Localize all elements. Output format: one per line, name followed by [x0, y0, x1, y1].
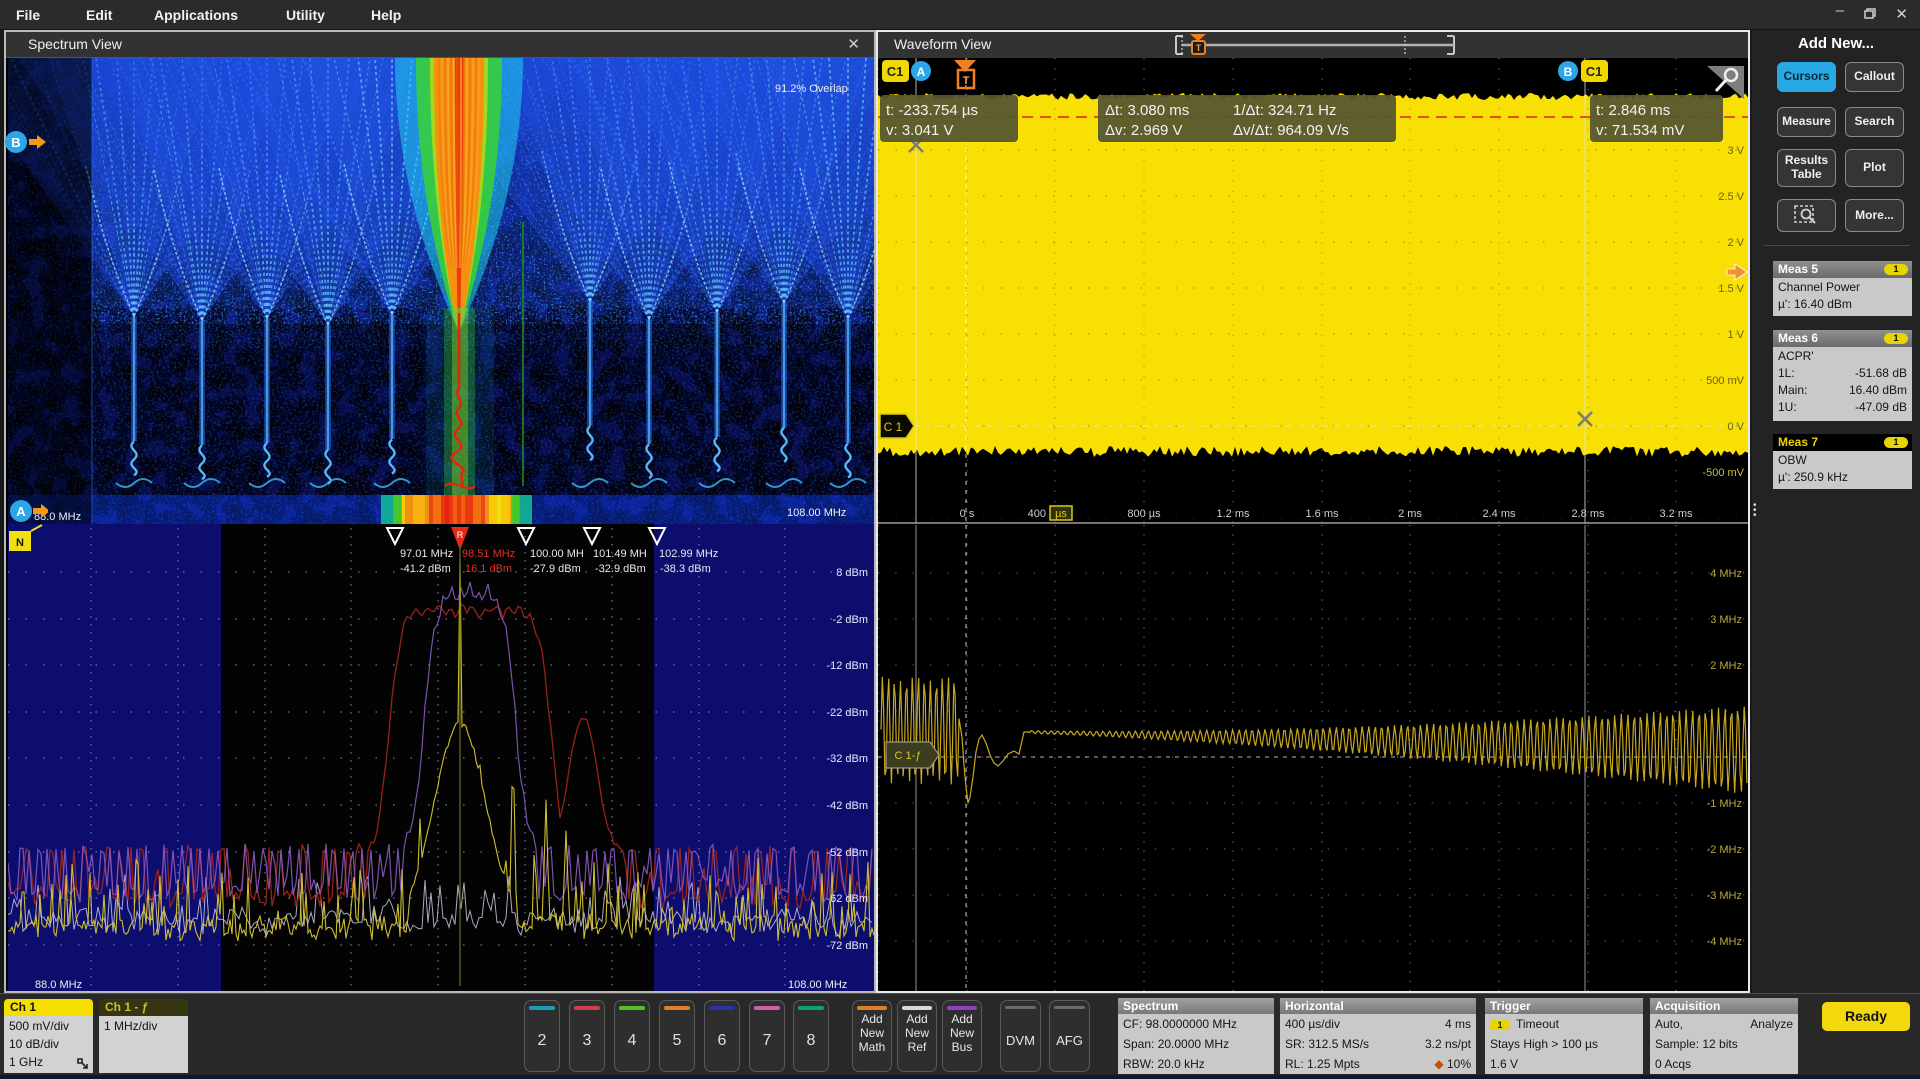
- svg-text:T: T: [963, 75, 970, 87]
- svg-text:A: A: [917, 65, 926, 79]
- svg-text:2.5 V: 2.5 V: [1718, 191, 1744, 203]
- svg-text:N: N: [16, 537, 24, 549]
- svg-text:4 MHz: 4 MHz: [1710, 568, 1742, 580]
- svg-text:-3 MHz: -3 MHz: [1707, 890, 1742, 902]
- svg-text:3.2 ms: 3.2 ms: [1659, 508, 1693, 520]
- svg-text:2 V: 2 V: [1727, 237, 1744, 249]
- svg-text:-4 MHz: -4 MHz: [1707, 936, 1742, 948]
- svg-text:108.00 MHz: 108.00 MHz: [788, 979, 847, 991]
- svg-text:0 s: 0 s: [960, 508, 975, 520]
- svg-text:2.8 ms: 2.8 ms: [1571, 508, 1605, 520]
- svg-text:800 µs: 800 µs: [1127, 508, 1161, 520]
- svg-text:R: R: [457, 530, 464, 540]
- svg-text:100.00 MH: 100.00 MH: [530, 548, 584, 560]
- svg-text:108.00 MHz: 108.00 MHz: [787, 507, 846, 519]
- svg-text:µs: µs: [1055, 508, 1067, 520]
- svg-text:B: B: [11, 135, 20, 150]
- svg-text:-41.2 dBm: -41.2 dBm: [400, 563, 451, 575]
- svg-text:-32.9 dBm: -32.9 dBm: [595, 563, 646, 575]
- svg-text:-62 dBm: -62 dBm: [826, 893, 868, 905]
- svg-text:8 dBm: 8 dBm: [836, 567, 868, 579]
- svg-text:-27.9 dBm: -27.9 dBm: [530, 563, 581, 575]
- svg-text:v: 71.534 mV: v: 71.534 mV: [1596, 122, 1684, 139]
- svg-text:3 MHz: 3 MHz: [1710, 614, 1742, 626]
- svg-text:v: 3.041 V: v: 3.041 V: [886, 122, 954, 139]
- svg-text:1 V: 1 V: [1727, 329, 1744, 341]
- svg-text:98.51 MHz: 98.51 MHz: [462, 548, 515, 560]
- svg-text:2.4 ms: 2.4 ms: [1482, 508, 1516, 520]
- svg-text:0 V: 0 V: [1727, 421, 1744, 433]
- svg-text:16.1 dBm: 16.1 dBm: [465, 563, 512, 575]
- svg-text:-12 dBm: -12 dBm: [826, 660, 868, 672]
- svg-text:400: 400: [1028, 508, 1046, 520]
- svg-text:102.99 MHz: 102.99 MHz: [659, 548, 718, 560]
- svg-text:2 ms: 2 ms: [1398, 508, 1422, 520]
- svg-text:C1: C1: [1586, 64, 1603, 79]
- svg-text:C 1-ƒ: C 1-ƒ: [895, 750, 922, 762]
- svg-text:88.0 MHz: 88.0 MHz: [35, 979, 82, 991]
- svg-text:Δv/Δt: 964.09 V/s: Δv/Δt: 964.09 V/s: [1233, 122, 1349, 139]
- svg-text:t: -233.754 µs: t: -233.754 µs: [886, 102, 978, 119]
- svg-text:97.01 MHz: 97.01 MHz: [400, 548, 453, 560]
- svg-text:-1 MHz: -1 MHz: [1707, 798, 1742, 810]
- svg-text:-32 dBm: -32 dBm: [826, 753, 868, 765]
- svg-text:C1: C1: [887, 64, 904, 79]
- svg-text:B: B: [1564, 65, 1573, 79]
- svg-text:t: 2.846 ms: t: 2.846 ms: [1596, 102, 1670, 119]
- svg-text:A: A: [16, 504, 26, 519]
- svg-text:T: T: [1196, 43, 1202, 53]
- svg-text:101.49 MH: 101.49 MH: [593, 548, 647, 560]
- svg-text:-2 dBm: -2 dBm: [833, 614, 868, 626]
- svg-text:500 mV: 500 mV: [1706, 375, 1745, 387]
- svg-text:Δv: 2.969 V: Δv: 2.969 V: [1105, 122, 1183, 139]
- svg-text:-22 dBm: -22 dBm: [826, 707, 868, 719]
- svg-text:C 1: C 1: [884, 420, 903, 434]
- svg-text:-52 dBm: -52 dBm: [826, 847, 868, 859]
- svg-text:-42 dBm: -42 dBm: [826, 800, 868, 812]
- svg-text:91.2% Overlap: 91.2% Overlap: [775, 83, 848, 95]
- svg-text:-38.3 dBm: -38.3 dBm: [660, 563, 711, 575]
- svg-text:-2 MHz: -2 MHz: [1707, 844, 1742, 856]
- svg-text:2 MHz: 2 MHz: [1710, 660, 1742, 672]
- svg-text:3 V: 3 V: [1727, 145, 1744, 157]
- svg-text:1.5 V: 1.5 V: [1718, 283, 1744, 295]
- svg-text:1/Δt: 324.71 Hz: 1/Δt: 324.71 Hz: [1233, 102, 1336, 119]
- svg-text:-72 dBm: -72 dBm: [826, 940, 868, 952]
- svg-text:1.2 ms: 1.2 ms: [1216, 508, 1250, 520]
- svg-text:-500 mV: -500 mV: [1702, 467, 1744, 479]
- svg-text:Δt: 3.080 ms: Δt: 3.080 ms: [1105, 102, 1189, 119]
- svg-text:1.6 ms: 1.6 ms: [1305, 508, 1339, 520]
